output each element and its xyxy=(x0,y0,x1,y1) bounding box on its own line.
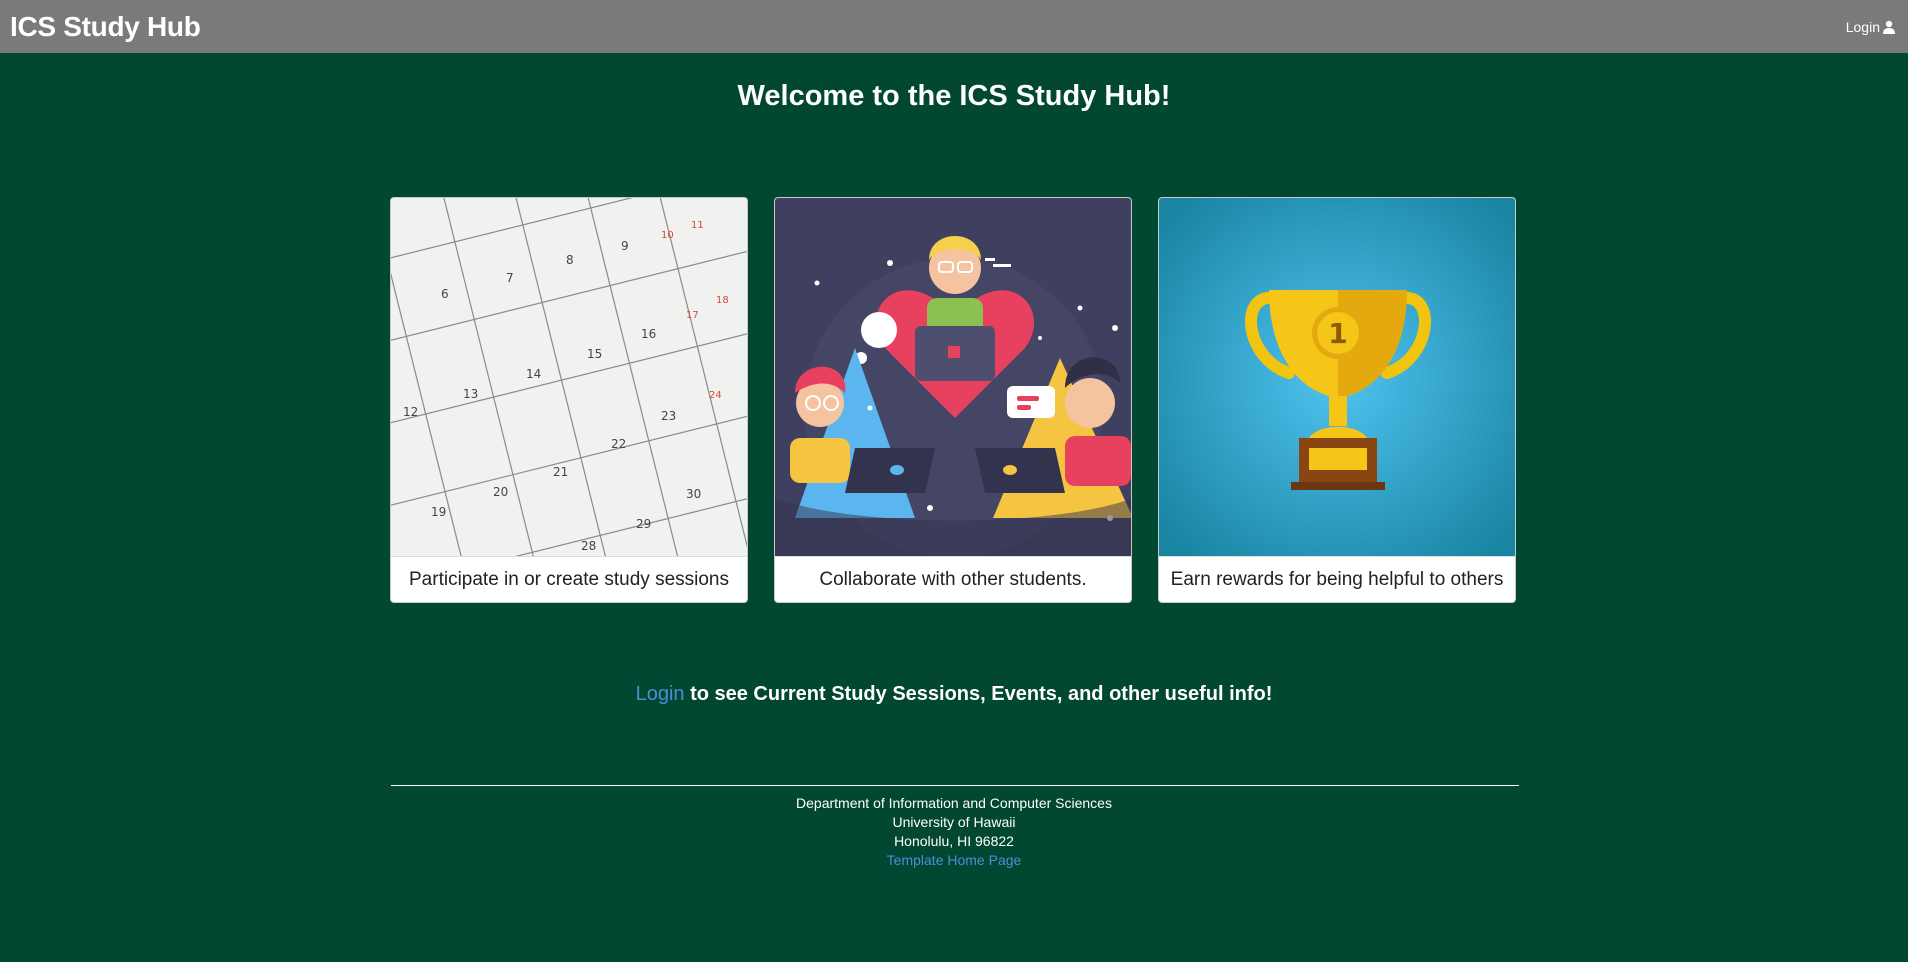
svg-text:17: 17 xyxy=(686,310,699,321)
svg-text:28: 28 xyxy=(581,539,596,553)
calendar-image: 6 7 8 9 12 13 14 15 16 19 20 21 22 23 28 29 30 10 11 17… xyxy=(391,198,747,556)
svg-text:16: 16 xyxy=(641,327,656,341)
card-study-sessions[interactable]: 6 7 8 9 12 13 14 15 16 19 20 21 22 23 28 29 30 10 11 17… xyxy=(390,197,748,603)
login-prompt-text: to see Current Study Sessions, Events, a… xyxy=(684,683,1273,705)
footer-divider xyxy=(391,785,1519,786)
footer-address: Honolulu, HI 96822 xyxy=(894,833,1014,849)
svg-text:13: 13 xyxy=(463,387,478,401)
card-collaborate[interactable]: Collaborate with other students. xyxy=(774,197,1132,603)
user-icon xyxy=(1883,20,1895,34)
svg-text:18: 18 xyxy=(716,295,729,306)
svg-text:15: 15 xyxy=(587,347,602,361)
svg-text:21: 21 xyxy=(553,465,568,479)
page-title: Welcome to the ICS Study Hub! xyxy=(737,80,1171,112)
svg-text:30: 30 xyxy=(686,487,701,501)
svg-text:6: 6 xyxy=(441,287,449,301)
footer: Department of Information and Computer S… xyxy=(0,794,1908,870)
trophy-image: 1 xyxy=(1159,198,1515,556)
svg-text:14: 14 xyxy=(526,367,541,381)
svg-text:12: 12 xyxy=(403,405,418,419)
login-nav-label: Login xyxy=(1845,18,1880,35)
template-home-link[interactable]: Template Home Page xyxy=(0,851,1908,870)
login-link[interactable]: Login xyxy=(636,683,685,705)
navbar: ICS Study Hub Login xyxy=(0,0,1908,53)
svg-text:9: 9 xyxy=(621,239,629,253)
brand-title[interactable]: ICS Study Hub xyxy=(10,11,201,43)
svg-text:10: 10 xyxy=(661,230,674,241)
svg-text:19: 19 xyxy=(431,505,446,519)
svg-text:22: 22 xyxy=(611,437,626,451)
svg-text:29: 29 xyxy=(636,517,651,531)
svg-text:20: 20 xyxy=(493,485,508,499)
footer-university: University of Hawaii xyxy=(892,814,1016,830)
students-collaborating-image xyxy=(775,198,1131,556)
svg-text:1: 1 xyxy=(1328,317,1347,350)
card-rewards[interactable]: 1 Earn rewards for being helpful to othe… xyxy=(1158,197,1516,603)
feature-cards: 6 7 8 9 12 13 14 15 16 19 20 21 22 23 28 29 30 10 11 17… xyxy=(390,197,1516,603)
svg-text:8: 8 xyxy=(566,253,574,267)
login-prompt: Login to see Current Study Sessions, Eve… xyxy=(0,683,1908,706)
svg-text:23: 23 xyxy=(661,409,676,423)
card-caption: Collaborate with other students. xyxy=(775,556,1131,602)
login-nav-button[interactable]: Login xyxy=(1846,19,1896,35)
svg-text:7: 7 xyxy=(506,271,514,285)
svg-text:11: 11 xyxy=(691,220,704,231)
card-caption: Participate in or create study sessions xyxy=(391,556,747,602)
footer-department: Department of Information and Computer S… xyxy=(796,795,1112,811)
svg-text:24: 24 xyxy=(709,390,722,401)
card-caption: Earn rewards for being helpful to others xyxy=(1159,556,1515,602)
